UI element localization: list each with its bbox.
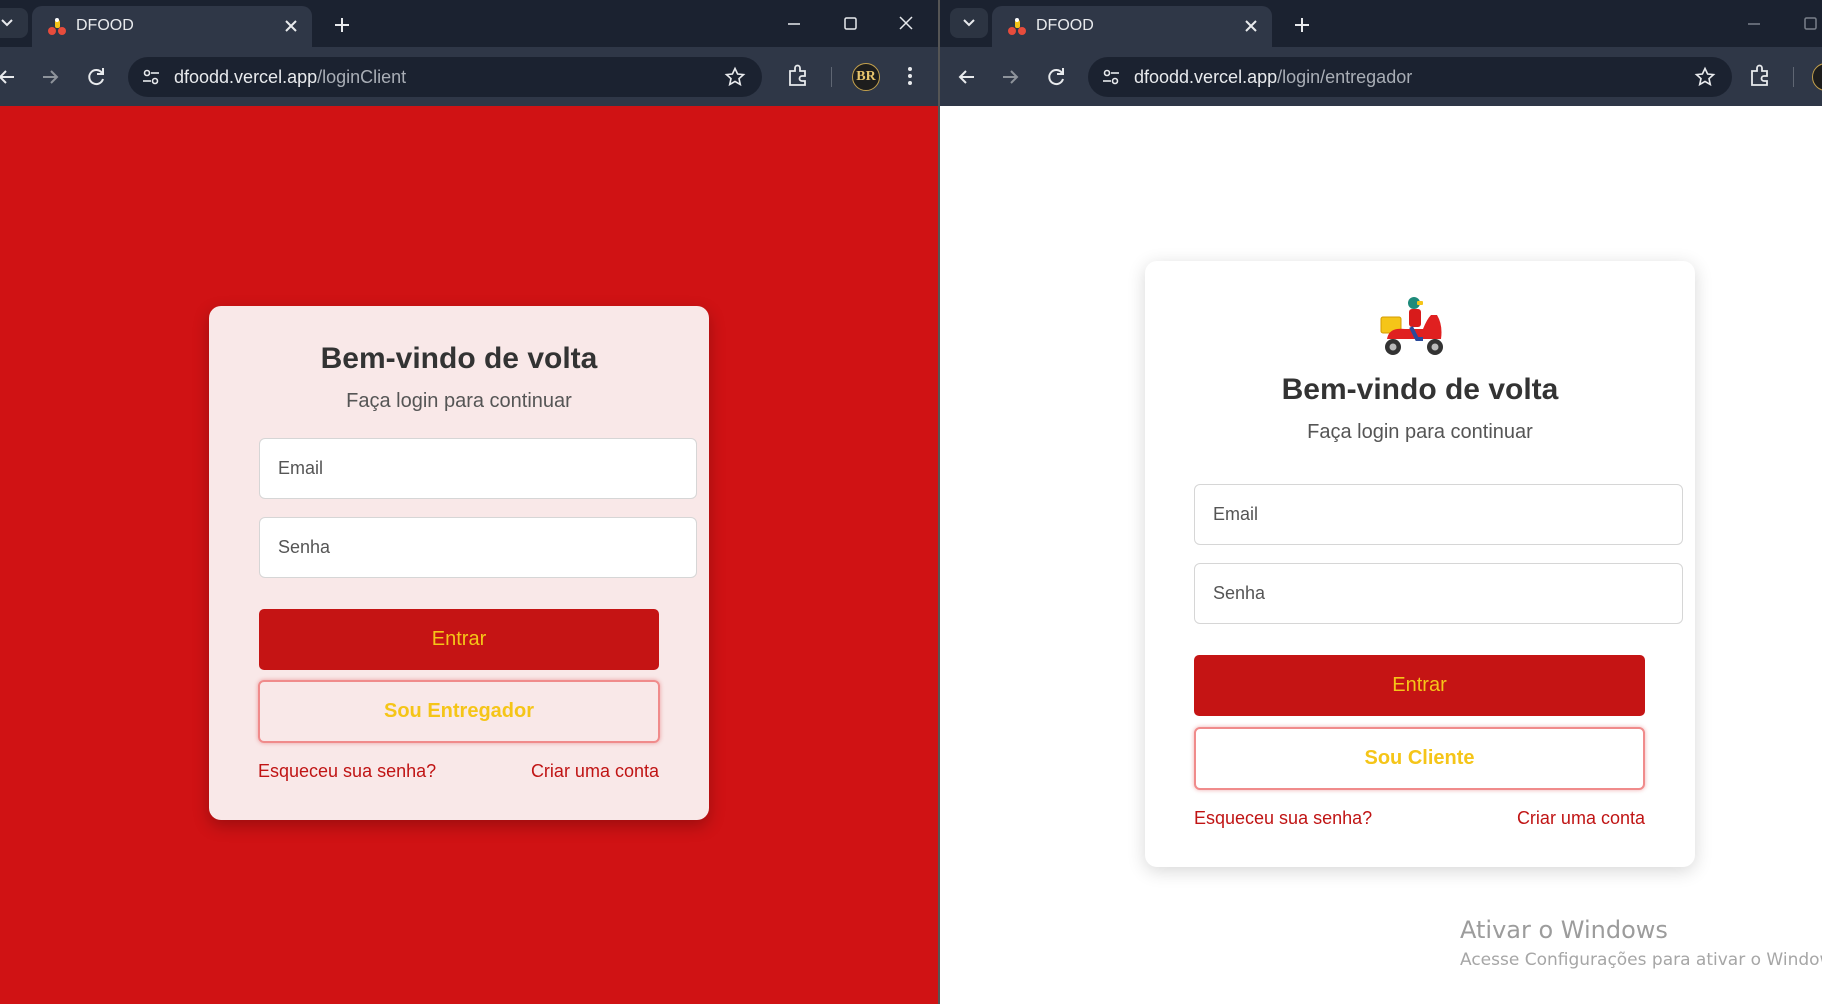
windows-activation-watermark-subtitle: Acesse Configurações para ativar o Windo…: [1460, 950, 1822, 970]
dfood-favicon-icon: [1008, 18, 1026, 35]
dfood-favicon-icon: [48, 18, 66, 35]
tab-strip: DFOOD: [940, 0, 1822, 47]
forgot-password-link[interactable]: Esqueceu sua senha?: [1194, 808, 1372, 829]
new-tab-plus-icon[interactable]: [1288, 11, 1316, 39]
page-subtitle: Faça login para continuar: [1307, 421, 1533, 443]
more-menu-icon[interactable]: [896, 62, 924, 90]
browser-window-left: DFOOD dfoodd.vercel.app/loginClient BR B…: [0, 0, 938, 1004]
url-text: dfoodd.vercel.app/loginClient: [174, 67, 407, 87]
back-arrow-icon[interactable]: [952, 62, 982, 92]
site-settings-icon[interactable]: [1100, 66, 1122, 88]
minimize-icon[interactable]: [1734, 10, 1774, 38]
chevron-down-icon: [1, 19, 13, 27]
extensions-puzzle-icon[interactable]: [784, 62, 812, 90]
browser-window-right: DFOOD dfoodd.vercel.app/login/entregador…: [940, 0, 1822, 1004]
windows-activation-watermark-title: Ativar o Windows: [1460, 916, 1668, 944]
site-settings-icon[interactable]: [140, 66, 162, 88]
password-input[interactable]: [1195, 564, 1682, 623]
page-title: Bem-vindo de volta: [320, 342, 598, 375]
browser-toolbar: dfoodd.vercel.app/login/entregador: [940, 47, 1822, 106]
password-field[interactable]: [1194, 563, 1683, 624]
email-input[interactable]: [260, 439, 696, 498]
tab-search-button[interactable]: [950, 8, 988, 38]
profile-avatar-partial[interactable]: [1812, 63, 1822, 91]
forgot-password-link[interactable]: Esqueceu sua senha?: [258, 761, 436, 782]
page-subtitle: Faça login para continuar: [346, 390, 572, 412]
back-arrow-icon[interactable]: [0, 62, 22, 92]
email-input[interactable]: [1195, 485, 1682, 544]
bookmark-star-icon[interactable]: [1694, 66, 1716, 88]
password-input[interactable]: [260, 518, 696, 577]
page-viewport: Bem-vindo de volta Faça login para conti…: [940, 106, 1822, 1004]
browser-tab-active[interactable]: DFOOD: [32, 6, 312, 47]
browser-tab-active[interactable]: DFOOD: [992, 6, 1272, 47]
forward-arrow-icon[interactable]: [995, 62, 1025, 92]
browser-toolbar: dfoodd.vercel.app/loginClient BR: [0, 47, 938, 106]
reload-icon[interactable]: [1041, 62, 1071, 92]
page-title: Bem-vindo de volta: [1281, 373, 1559, 406]
chevron-down-icon: [963, 19, 975, 27]
address-bar[interactable]: dfoodd.vercel.app/loginClient: [128, 57, 762, 97]
profile-avatar[interactable]: BR: [852, 63, 880, 91]
toolbar-separator: [1793, 67, 1794, 87]
extensions-puzzle-icon[interactable]: [1746, 62, 1774, 90]
tab-strip: DFOOD: [0, 0, 938, 47]
close-window-icon[interactable]: [886, 10, 926, 38]
create-account-link[interactable]: Criar uma conta: [531, 761, 659, 782]
maximize-icon[interactable]: [830, 10, 870, 38]
minimize-icon[interactable]: [774, 10, 814, 38]
tab-close-icon[interactable]: [280, 15, 302, 37]
bookmark-star-icon[interactable]: [724, 66, 746, 88]
url-text: dfoodd.vercel.app/login/entregador: [1134, 67, 1413, 87]
toolbar-separator: [831, 67, 832, 87]
delivery-scooter-icon: [1380, 297, 1443, 355]
forward-arrow-icon[interactable]: [35, 62, 65, 92]
login-submit-button[interactable]: Entrar: [1194, 655, 1645, 716]
maximize-icon[interactable]: [1790, 10, 1822, 38]
login-submit-button[interactable]: Entrar: [259, 609, 659, 670]
reload-icon[interactable]: [81, 62, 111, 92]
new-tab-plus-icon[interactable]: [328, 11, 356, 39]
tab-title: DFOOD: [1036, 17, 1094, 34]
tab-search-button[interactable]: [0, 8, 28, 38]
login-card: Bem-vindo de volta Faça login para conti…: [1145, 261, 1695, 867]
email-field[interactable]: [259, 438, 697, 499]
switch-to-deliverer-button[interactable]: Sou Entregador: [258, 680, 660, 743]
email-field[interactable]: [1194, 484, 1683, 545]
page-viewport: Bem-vindo de volta Faça login para conti…: [0, 106, 938, 1004]
login-card: Bem-vindo de volta Faça login para conti…: [209, 306, 709, 820]
switch-to-client-button[interactable]: Sou Cliente: [1194, 727, 1645, 790]
password-field[interactable]: [259, 517, 697, 578]
create-account-link[interactable]: Criar uma conta: [1517, 808, 1645, 829]
tab-title: DFOOD: [76, 17, 134, 34]
address-bar[interactable]: dfoodd.vercel.app/login/entregador: [1088, 57, 1732, 97]
tab-close-icon[interactable]: [1240, 15, 1262, 37]
